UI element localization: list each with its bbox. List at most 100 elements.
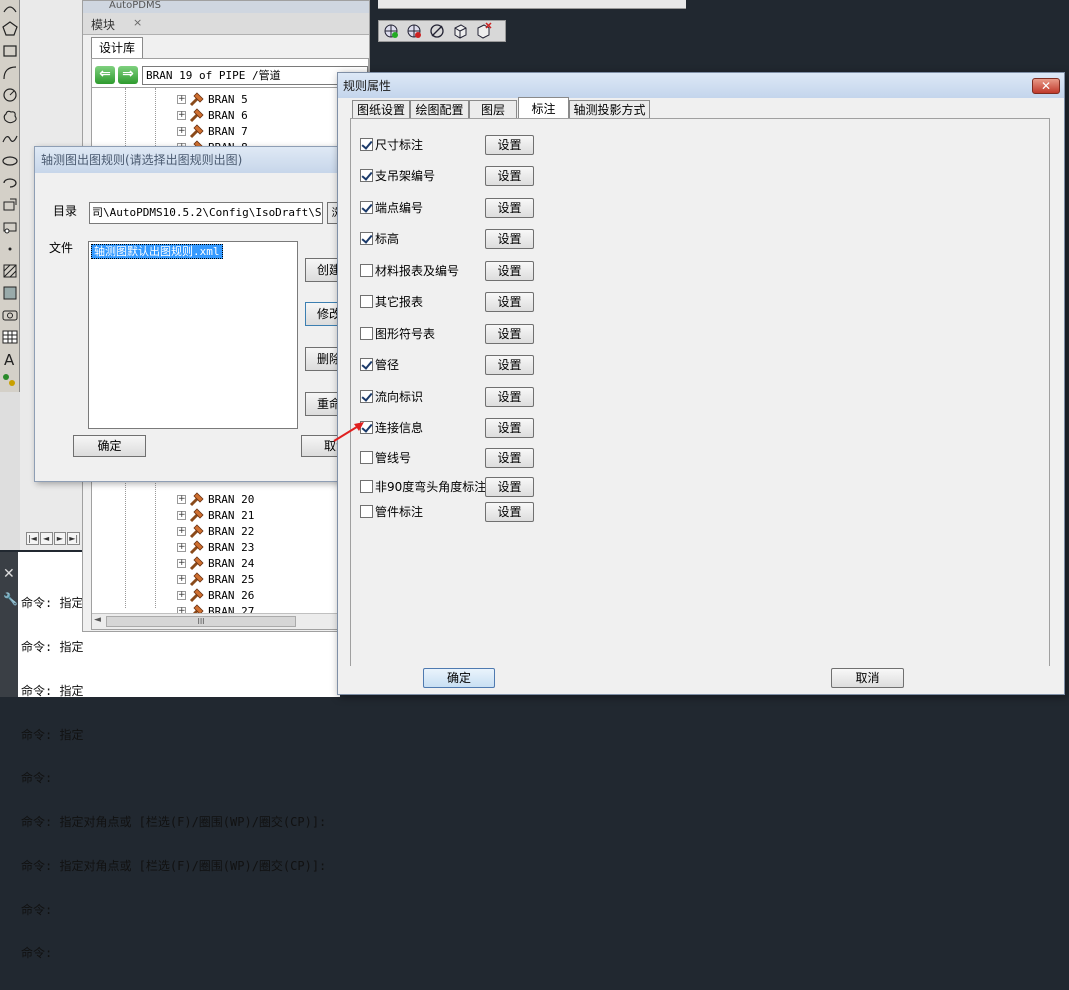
- rule-checkbox[interactable]: [360, 137, 373, 151]
- hatch-tool-icon[interactable]: [1, 262, 19, 282]
- insert-block-icon[interactable]: [1, 196, 19, 216]
- expand-icon[interactable]: +: [177, 542, 186, 552]
- horizontal-scrollbar[interactable]: ◄ III: [92, 613, 368, 629]
- ok-button[interactable]: 确定: [73, 435, 146, 457]
- tree-item[interactable]: + BRAN 6: [177, 107, 248, 123]
- region-tool-icon[interactable]: [1, 306, 19, 326]
- scroll-thumb[interactable]: III: [106, 616, 296, 627]
- settings-button[interactable]: 设置: [485, 418, 534, 438]
- branch-icon: [189, 508, 204, 523]
- tab-module[interactable]: 模块: [91, 16, 115, 33]
- rule-checkbox[interactable]: [360, 450, 373, 464]
- circle-tool-icon[interactable]: [1, 86, 19, 106]
- arc-tool-icon[interactable]: [1, 0, 19, 20]
- make-block-icon[interactable]: [1, 218, 19, 238]
- rule-checkbox[interactable]: [360, 479, 373, 493]
- rule-row: 支吊架编号: [360, 165, 435, 185]
- rule-checkbox[interactable]: [360, 294, 373, 308]
- tree-item[interactable]: + BRAN 26: [177, 587, 254, 603]
- close-button[interactable]: ✕: [1032, 78, 1060, 94]
- tab-axonometric-projection[interactable]: 轴测投影方式: [569, 100, 650, 119]
- cube-delete-icon[interactable]: [474, 22, 494, 40]
- gradient-tool-icon[interactable]: [1, 284, 19, 304]
- rule-file-list[interactable]: 轴测图默认出图规则.xml: [88, 241, 298, 429]
- no-entry-icon[interactable]: [428, 22, 448, 40]
- tree-item[interactable]: + BRAN 25: [177, 571, 254, 587]
- close-icon[interactable]: ✕: [3, 566, 15, 582]
- settings-button[interactable]: 设置: [485, 292, 534, 312]
- tab-drawing-settings[interactable]: 图纸设置: [352, 100, 410, 119]
- rule-checkbox[interactable]: [360, 504, 373, 518]
- tab-layers[interactable]: 图层: [469, 100, 517, 119]
- prev-layout-button[interactable]: ◄: [39, 532, 53, 545]
- settings-button[interactable]: 设置: [485, 502, 534, 522]
- command-history-line: 命令: 指定: [21, 639, 84, 654]
- rule-checkbox[interactable]: [360, 200, 373, 214]
- dialog-title: 轴测图出图规则(请选择出图规则出图): [35, 147, 343, 173]
- back-arrow-icon[interactable]: ⇐: [95, 66, 115, 84]
- spline-tool-icon[interactable]: [1, 130, 19, 150]
- cancel-button[interactable]: 取消: [831, 668, 904, 688]
- ok-button[interactable]: 确定: [423, 668, 495, 688]
- settings-button[interactable]: 设置: [485, 229, 534, 249]
- expand-icon[interactable]: +: [177, 110, 186, 120]
- expand-icon[interactable]: +: [177, 126, 186, 136]
- tab-design-library[interactable]: 设计库: [91, 37, 143, 59]
- tree-item[interactable]: + BRAN 20: [177, 491, 254, 507]
- cube-icon[interactable]: [451, 22, 471, 40]
- settings-button[interactable]: 设置: [485, 135, 534, 155]
- point-tool-icon[interactable]: [1, 240, 19, 260]
- mtext-tool-icon[interactable]: A: [1, 350, 19, 370]
- tree-item[interactable]: + BRAN 21: [177, 507, 254, 523]
- first-layout-button[interactable]: |◄: [26, 532, 39, 545]
- tree-item[interactable]: + BRAN 5: [177, 91, 248, 107]
- ellipse-tool-icon[interactable]: [1, 152, 19, 172]
- tree-item[interactable]: + BRAN 22: [177, 523, 254, 539]
- tree-item-label: BRAN 5: [208, 92, 248, 106]
- polygon-tool-icon[interactable]: [1, 20, 19, 40]
- revcloud-tool-icon[interactable]: [1, 108, 19, 128]
- scroll-left-icon[interactable]: ◄: [94, 615, 101, 625]
- expand-icon[interactable]: +: [177, 558, 186, 568]
- list-item[interactable]: 轴测图默认出图规则.xml: [91, 244, 223, 259]
- ucs-remove-icon[interactable]: [405, 22, 425, 40]
- settings-button[interactable]: 设置: [485, 477, 534, 497]
- close-icon[interactable]: ×: [133, 16, 142, 29]
- ucs-add-icon[interactable]: [382, 22, 402, 40]
- tree-item[interactable]: + BRAN 24: [177, 555, 254, 571]
- add-selected-icon[interactable]: [1, 372, 19, 392]
- tree-item[interactable]: + BRAN 23: [177, 539, 254, 555]
- rule-checkbox[interactable]: [360, 231, 373, 245]
- settings-button[interactable]: 设置: [485, 198, 534, 218]
- directory-field[interactable]: 司\AutoPDMS10.5.2\Config\IsoDraft\Spec: [89, 202, 323, 224]
- wrench-icon[interactable]: 🔧: [3, 592, 18, 606]
- next-layout-button[interactable]: ►: [53, 532, 67, 545]
- expand-icon[interactable]: +: [177, 526, 186, 536]
- rule-checkbox[interactable]: [360, 263, 373, 277]
- expand-icon[interactable]: +: [177, 510, 186, 520]
- expand-icon[interactable]: +: [177, 494, 186, 504]
- forward-arrow-icon[interactable]: ⇒: [118, 66, 138, 84]
- rule-checkbox[interactable]: [360, 389, 373, 403]
- rule-checkbox[interactable]: [360, 357, 373, 371]
- rule-checkbox[interactable]: [360, 168, 373, 182]
- current-path-field[interactable]: BRAN 19 of PIPE /管道: [142, 66, 368, 85]
- settings-button[interactable]: 设置: [485, 324, 534, 344]
- tab-annotation[interactable]: 标注: [518, 97, 569, 120]
- settings-button[interactable]: 设置: [485, 355, 534, 375]
- settings-button[interactable]: 设置: [485, 261, 534, 281]
- settings-button[interactable]: 设置: [485, 166, 534, 186]
- rectangle-tool-icon[interactable]: [1, 42, 19, 62]
- expand-icon[interactable]: +: [177, 590, 186, 600]
- table-tool-icon[interactable]: [1, 328, 19, 348]
- settings-button[interactable]: 设置: [485, 448, 534, 468]
- settings-button[interactable]: 设置: [485, 387, 534, 407]
- expand-icon[interactable]: +: [177, 574, 186, 584]
- tree-item[interactable]: + BRAN 7: [177, 123, 248, 139]
- expand-icon[interactable]: +: [177, 94, 186, 104]
- rule-checkbox[interactable]: [360, 326, 373, 340]
- tab-plot-config[interactable]: 绘图配置: [410, 100, 469, 119]
- ellipse-arc-tool-icon[interactable]: [1, 174, 19, 194]
- last-layout-button[interactable]: ►|: [67, 532, 80, 545]
- arc3p-tool-icon[interactable]: [1, 64, 19, 84]
